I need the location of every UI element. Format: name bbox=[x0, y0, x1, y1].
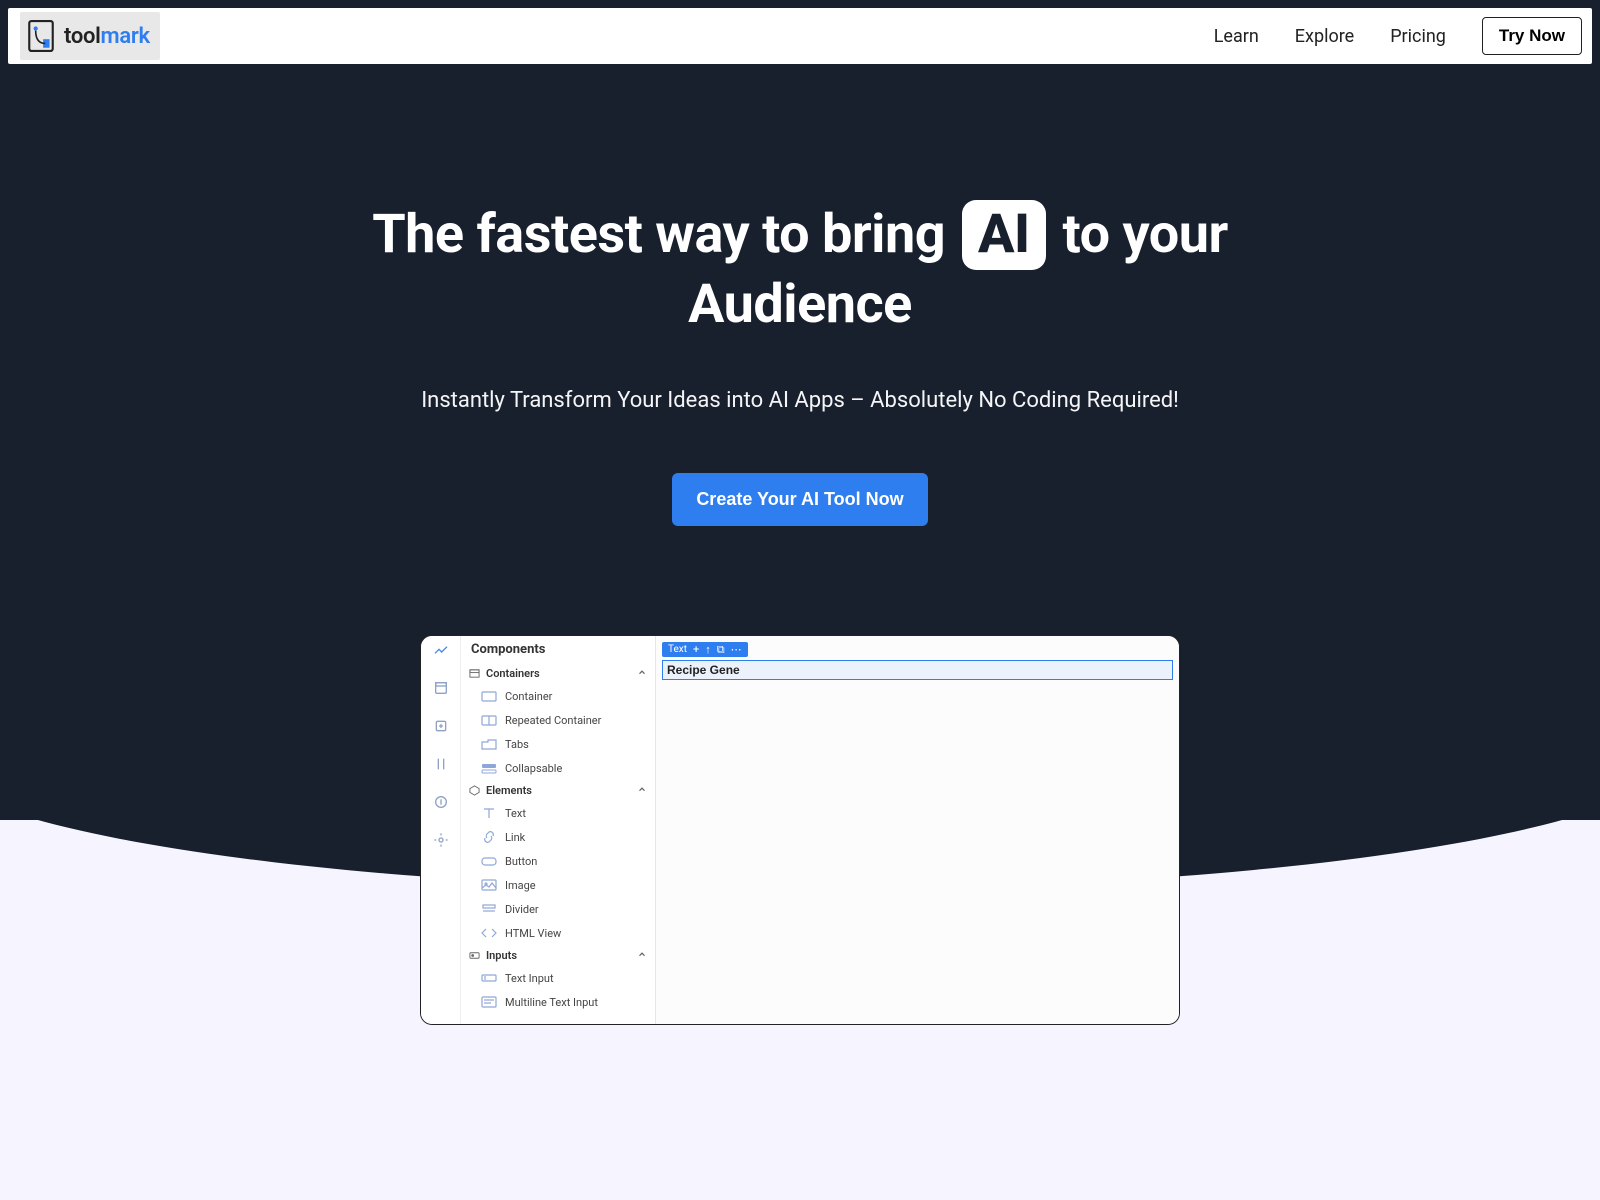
item-tabs[interactable]: Tabs bbox=[461, 732, 655, 756]
editor-mock: Components Containers Container Repeated… bbox=[420, 635, 1180, 1025]
editor-canvas[interactable]: Text + ↑ ⧉ ⋯ bbox=[656, 636, 1179, 1024]
item-html[interactable]: HTML View bbox=[461, 921, 655, 945]
container-icon bbox=[481, 689, 497, 703]
group-containers[interactable]: Containers bbox=[461, 663, 655, 684]
button-icon bbox=[481, 854, 497, 868]
hero-title: The fastest way to bring AI to your Audi… bbox=[350, 200, 1250, 340]
logo-text: toolmark bbox=[64, 24, 150, 49]
rail-icon-3[interactable] bbox=[433, 718, 449, 738]
chevron-up-icon bbox=[637, 949, 647, 962]
item-text-input[interactable]: Text Input bbox=[461, 966, 655, 990]
text-value-input[interactable] bbox=[667, 663, 767, 677]
divider-icon bbox=[481, 902, 497, 916]
rail-icon-2[interactable] bbox=[433, 680, 449, 700]
rail-icon-4[interactable] bbox=[433, 756, 449, 776]
containers-icon bbox=[469, 668, 480, 679]
nav-explore[interactable]: Explore bbox=[1295, 26, 1354, 47]
logo-icon bbox=[26, 18, 56, 54]
components-panel: Components Containers Container Repeated… bbox=[461, 636, 656, 1024]
group-inputs[interactable]: Inputs bbox=[461, 945, 655, 966]
panel-title: Components bbox=[461, 636, 655, 663]
inputs-icon bbox=[469, 950, 480, 961]
item-text[interactable]: Text bbox=[461, 801, 655, 825]
tabs-icon bbox=[481, 737, 497, 751]
group-elements[interactable]: Elements bbox=[461, 780, 655, 801]
cta-button[interactable]: Create Your AI Tool Now bbox=[672, 473, 927, 526]
multiline-icon bbox=[481, 995, 497, 1009]
elements-icon bbox=[469, 785, 480, 796]
text-field[interactable] bbox=[662, 660, 1173, 680]
tag-more-icon[interactable]: ⋯ bbox=[731, 644, 742, 655]
repeated-icon bbox=[481, 713, 497, 727]
header: toolmark Learn Explore Pricing Try Now bbox=[8, 8, 1592, 64]
nav-learn[interactable]: Learn bbox=[1214, 26, 1259, 47]
chevron-up-icon bbox=[637, 667, 647, 680]
image-icon bbox=[481, 878, 497, 892]
item-button[interactable]: Button bbox=[461, 849, 655, 873]
rail-icon-6[interactable] bbox=[433, 832, 449, 852]
item-divider[interactable]: Divider bbox=[461, 897, 655, 921]
rail-icon-1[interactable] bbox=[433, 642, 449, 662]
item-collapsable[interactable]: Collapsable bbox=[461, 756, 655, 780]
text-icon bbox=[481, 806, 497, 820]
tag-add-icon[interactable]: + bbox=[693, 644, 699, 655]
nav-pricing[interactable]: Pricing bbox=[1390, 26, 1446, 47]
item-container[interactable]: Container bbox=[461, 684, 655, 708]
tag-copy-icon[interactable]: ⧉ bbox=[717, 644, 725, 655]
item-image[interactable]: Image bbox=[461, 873, 655, 897]
try-now-button[interactable]: Try Now bbox=[1482, 17, 1582, 55]
text-input-icon bbox=[481, 971, 497, 985]
hero-sub: Instantly Transform Your Ideas into AI A… bbox=[0, 388, 1600, 413]
logo[interactable]: toolmark bbox=[20, 12, 160, 60]
rail-icon-5[interactable] bbox=[433, 794, 449, 814]
element-tag[interactable]: Text + ↑ ⧉ ⋯ bbox=[662, 642, 748, 657]
code-icon bbox=[481, 926, 497, 940]
hero: The fastest way to bring AI to your Audi… bbox=[0, 80, 1600, 526]
nav: Learn Explore Pricing Try Now bbox=[1214, 17, 1582, 55]
item-link[interactable]: Link bbox=[461, 825, 655, 849]
tag-up-icon[interactable]: ↑ bbox=[705, 644, 711, 655]
chevron-up-icon bbox=[637, 784, 647, 797]
ai-pill: AI bbox=[962, 200, 1046, 270]
collapsable-icon bbox=[481, 761, 497, 775]
item-multiline[interactable]: Multiline Text Input bbox=[461, 990, 655, 1014]
item-repeated[interactable]: Repeated Container bbox=[461, 708, 655, 732]
editor-rail bbox=[421, 636, 461, 1024]
link-icon bbox=[481, 830, 497, 844]
